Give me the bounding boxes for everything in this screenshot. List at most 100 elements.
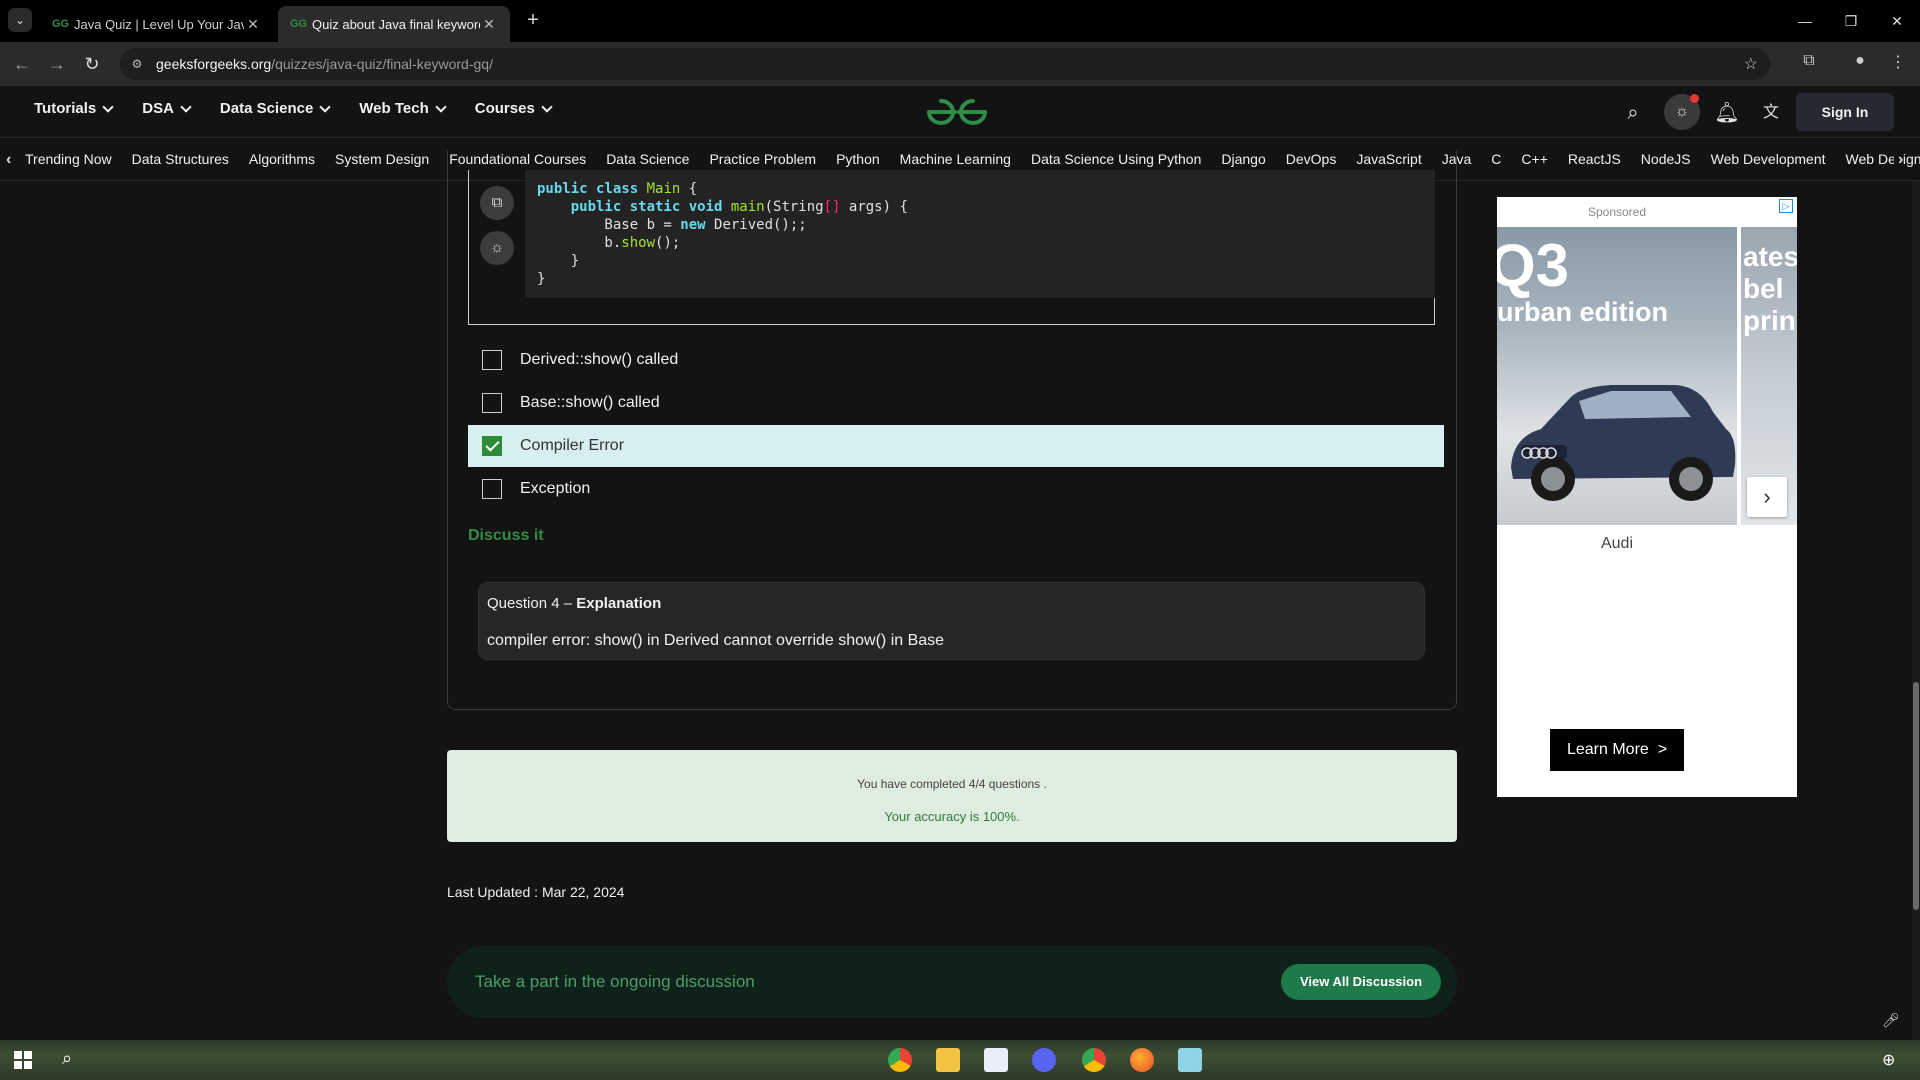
network-icon[interactable]: ⊕ <box>1882 1050 1895 1070</box>
file-explorer-icon[interactable] <box>936 1048 960 1072</box>
view-all-discussion-button[interactable]: View All Discussion <box>1281 964 1441 1000</box>
scrollbar-thumb[interactable] <box>1913 682 1919 910</box>
tab-final-keyword-quiz[interactable]: GG Quiz about Java final keyword ✕ <box>278 6 510 42</box>
window-close-icon[interactable]: ✕ <box>1874 8 1920 34</box>
extensions-icon[interactable]: ⧉ <box>1797 52 1821 70</box>
topic-link[interactable]: Trending Now <box>25 151 112 167</box>
page-scrollbar[interactable] <box>1912 181 1920 1041</box>
bell-icon[interactable]: 🔔︎ <box>1714 100 1740 126</box>
browser-tab-bar: ⌄ GG Java Quiz | Level Up Your Java S ✕ … <box>0 0 1920 42</box>
option-base-show[interactable]: Base::show() called <box>468 382 1444 424</box>
close-icon[interactable]: ✕ <box>480 16 498 33</box>
nav-tutorials[interactable]: Tutorials <box>34 100 114 117</box>
gfg-logo[interactable] <box>925 96 989 128</box>
checkbox[interactable] <box>482 350 502 370</box>
topic-link[interactable]: Algorithms <box>249 151 315 167</box>
topic-link[interactable]: ReactJS <box>1568 151 1621 167</box>
discussion-placeholder[interactable]: Take a part in the ongoing discussion <box>475 972 755 992</box>
option-exception[interactable]: Exception <box>468 468 1444 510</box>
store-icon[interactable] <box>984 1048 1008 1072</box>
ad-slide[interactable]: Q3 urban edition Audi Learn More > <box>1497 227 1737 797</box>
firefox-icon[interactable] <box>1130 1048 1154 1072</box>
chrome-taskbar-icon-2[interactable] <box>1082 1048 1106 1072</box>
sign-in-button[interactable]: Sign In <box>1796 93 1894 131</box>
profile-avatar-icon[interactable]: ● <box>1848 52 1872 70</box>
nav-dsa[interactable]: DSA <box>142 100 192 117</box>
microphone-icon[interactable]: 🎤︎ <box>1882 1012 1900 1029</box>
nav-label: Data Science <box>219 100 314 117</box>
explanation-heading: Explanation <box>576 595 662 612</box>
chevron-down-icon <box>541 100 553 113</box>
sponsored-ad[interactable]: Sponsored ▷ Q3 urban edition Audi Learn … <box>1497 197 1797 797</box>
notification-dot <box>1690 94 1699 103</box>
address-toolbar: ← → ↻ ⚙ geeksforgeeks.org/quizzes/java-q… <box>0 42 1920 86</box>
tab-java-quiz[interactable]: GG Java Quiz | Level Up Your Java S ✕ <box>40 6 274 42</box>
topic-link[interactable]: System Design <box>335 151 429 167</box>
option-label: Compiler Error <box>520 437 625 454</box>
code-block: public class Main { public static void m… <box>525 170 1435 298</box>
nav-label: Courses <box>474 100 535 117</box>
nav-courses[interactable]: Courses <box>474 100 553 117</box>
option-label: Exception <box>520 480 591 497</box>
ad-hero-image: Q3 urban edition <box>1497 227 1737 525</box>
chevron-right-icon[interactable]: › <box>1894 151 1904 169</box>
site-info-icon[interactable]: ⚙ <box>128 55 146 73</box>
topic-link[interactable]: Web Development <box>1711 151 1826 167</box>
bookmark-star-icon[interactable]: ☆ <box>1744 54 1758 74</box>
notepad-icon[interactable] <box>1178 1048 1202 1072</box>
nav-web-tech[interactable]: Web Tech <box>359 100 447 117</box>
chrome-taskbar-icon[interactable] <box>888 1048 912 1072</box>
option-derived-show[interactable]: Derived::show() called <box>468 339 1444 381</box>
topic-link[interactable]: C <box>1491 151 1501 167</box>
minimize-icon[interactable]: — <box>1782 8 1828 34</box>
topic-link[interactable]: Web Design <box>1846 151 1920 167</box>
checkbox[interactable] <box>482 393 502 413</box>
option-label: Base::show() called <box>520 394 660 411</box>
reload-icon[interactable]: ↻ <box>80 52 104 76</box>
nav-data-science[interactable]: Data Science <box>219 100 331 117</box>
theme-icon[interactable]: ☼ <box>480 231 514 265</box>
copy-icon[interactable]: ⧉ <box>480 186 514 220</box>
windows-start-icon[interactable] <box>14 1051 32 1069</box>
car-image <box>1511 385 1736 501</box>
topic-link[interactable]: Data Structures <box>132 151 229 167</box>
discord-icon[interactable] <box>1032 1048 1056 1072</box>
nav-label: Web Tech <box>359 100 429 117</box>
url-path: /quizzes/java-quiz/final-keyword-gq/ <box>271 56 493 72</box>
windows-taskbar: ⌕ ⊕ <box>0 1040 1920 1080</box>
address-bar[interactable]: ⚙ geeksforgeeks.org/quizzes/java-quiz/fi… <box>120 48 1770 80</box>
chevron-left-icon[interactable]: ‹ <box>6 151 11 169</box>
discussion-bar[interactable]: Take a part in the ongoing discussion Vi… <box>447 946 1457 1018</box>
translate-icon[interactable]: 文 <box>1758 100 1784 126</box>
gfg-favicon-icon: GG <box>290 18 308 30</box>
new-tab-button[interactable]: + <box>520 8 546 34</box>
adchoices-icon[interactable]: ▷ <box>1779 199 1793 213</box>
nav-label: DSA <box>142 100 174 117</box>
browser-menu-icon[interactable]: ⋮ <box>1886 52 1910 72</box>
url-text[interactable]: geeksforgeeks.org/quizzes/java-quiz/fina… <box>156 56 493 72</box>
ad-second-slide-text: ates bel prin <box>1743 241 1797 336</box>
checkbox[interactable] <box>482 479 502 499</box>
checkbox-checked[interactable] <box>482 436 502 456</box>
ad-subheadline: urban edition <box>1497 297 1668 327</box>
back-icon[interactable]: ← <box>10 52 34 76</box>
accuracy-text: Your accuracy is 100%. <box>884 809 1020 824</box>
search-icon[interactable]: ⌕ <box>62 1048 72 1069</box>
option-compiler-error[interactable]: Compiler Error <box>468 425 1444 467</box>
tab-search-button[interactable]: ⌄ <box>8 8 32 32</box>
close-icon[interactable]: ✕ <box>244 16 262 33</box>
topic-link[interactable]: NodeJS <box>1641 151 1691 167</box>
explanation-prefix: Question 4 – <box>487 595 577 612</box>
tab-title: Quiz about Java final keyword <box>312 16 480 32</box>
topic-link[interactable]: C++ <box>1521 151 1547 167</box>
forward-icon[interactable]: → <box>45 52 69 76</box>
learn-more-button[interactable]: Learn More > <box>1550 729 1684 771</box>
site-header: Tutorials DSA Data Science Web Tech Cour… <box>0 86 1920 138</box>
restore-icon[interactable]: ❐ <box>1828 8 1874 34</box>
ad-headline: Q3 <box>1497 232 1570 299</box>
chevron-right-icon: > <box>1657 741 1668 758</box>
discuss-it-link[interactable]: Discuss it <box>468 527 544 545</box>
option-label: Derived::show() called <box>520 351 679 368</box>
search-icon[interactable]: ⌕ <box>1620 100 1646 126</box>
ad-next-arrow-icon[interactable]: › <box>1747 477 1787 517</box>
